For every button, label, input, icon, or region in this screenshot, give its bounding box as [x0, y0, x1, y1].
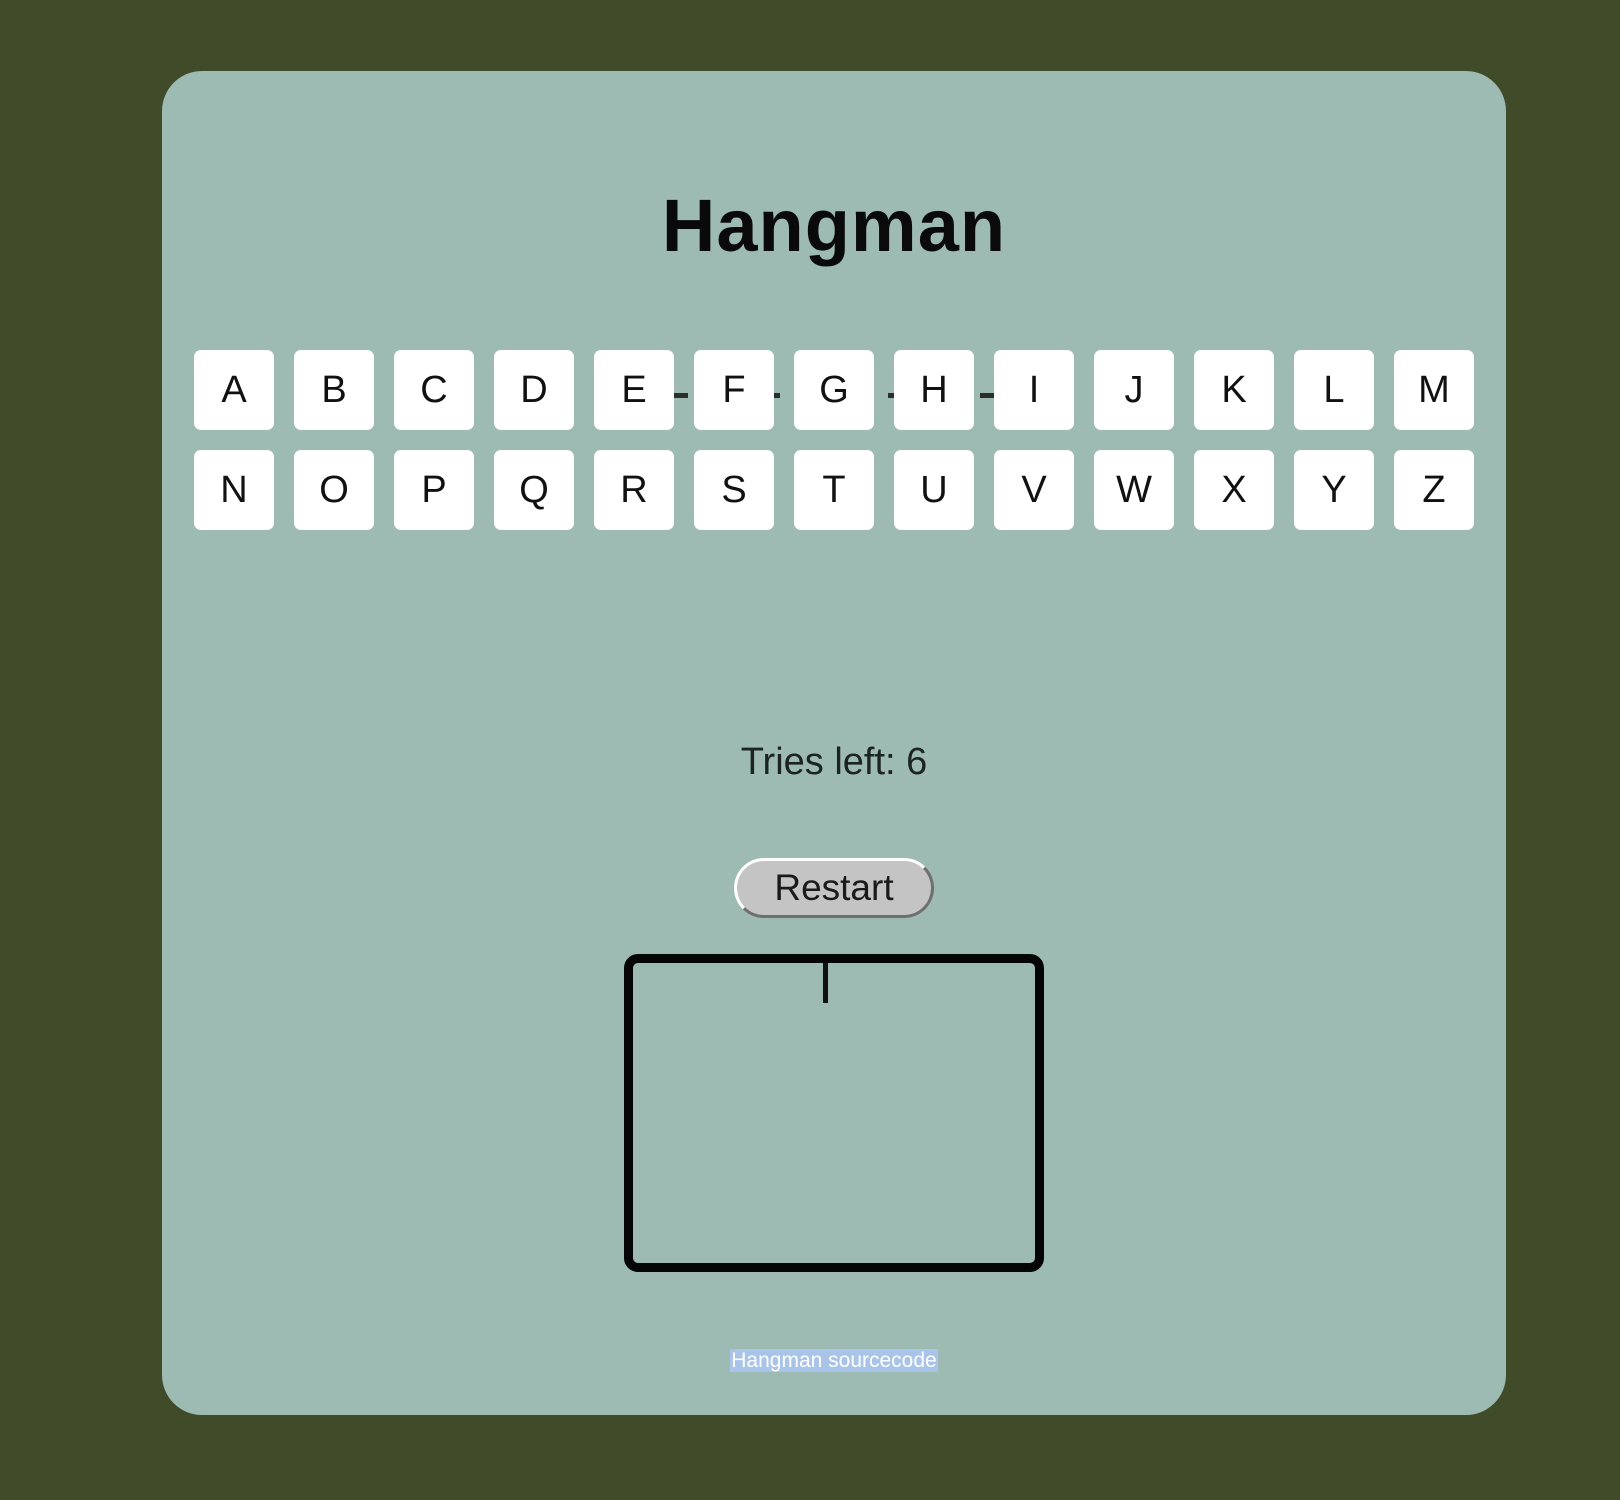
- gallows-rope: [823, 963, 828, 1003]
- letter-key-f[interactable]: F: [694, 350, 774, 430]
- letter-key-s[interactable]: S: [694, 450, 774, 530]
- letter-key-o[interactable]: O: [294, 450, 374, 530]
- letter-key-q[interactable]: Q: [494, 450, 574, 530]
- letter-key-d[interactable]: D: [494, 350, 574, 430]
- game-card: Hangman ABCDEFGHIJKLM NOPQRSTUVWXYZ Tries…: [162, 71, 1506, 1415]
- letter-key-i[interactable]: I: [994, 350, 1074, 430]
- letter-key-l[interactable]: L: [1294, 350, 1374, 430]
- letter-key-a[interactable]: A: [194, 350, 274, 430]
- hangman-drawing-area: [624, 954, 1044, 1272]
- letter-key-h[interactable]: H: [894, 350, 974, 430]
- letter-key-m[interactable]: M: [1394, 350, 1474, 430]
- letter-key-y[interactable]: Y: [1294, 450, 1374, 530]
- letter-key-x[interactable]: X: [1194, 450, 1274, 530]
- letter-key-v[interactable]: V: [994, 450, 1074, 530]
- letter-key-r[interactable]: R: [594, 450, 674, 530]
- letter-key-p[interactable]: P: [394, 450, 474, 530]
- letter-keyboard: ABCDEFGHIJKLM NOPQRSTUVWXYZ: [194, 350, 1475, 530]
- letter-key-n[interactable]: N: [194, 450, 274, 530]
- letter-key-c[interactable]: C: [394, 350, 474, 430]
- letter-key-b[interactable]: B: [294, 350, 374, 430]
- letter-key-k[interactable]: K: [1194, 350, 1274, 430]
- letter-key-t[interactable]: T: [794, 450, 874, 530]
- letter-key-u[interactable]: U: [894, 450, 974, 530]
- letter-key-w[interactable]: W: [1094, 450, 1174, 530]
- source-code-link-label: Hangman sourcecode: [730, 1349, 938, 1372]
- source-code-link[interactable]: Hangman sourcecode: [162, 1349, 1506, 1373]
- tries-left-text: Tries left: 6: [740, 741, 928, 783]
- restart-button[interactable]: Restart: [734, 858, 934, 918]
- letter-key-e[interactable]: E: [594, 350, 674, 430]
- game-title: Hangman: [661, 184, 1007, 267]
- letter-key-z[interactable]: Z: [1394, 450, 1474, 530]
- letter-key-j[interactable]: J: [1094, 350, 1174, 430]
- letter-key-g[interactable]: G: [794, 350, 874, 430]
